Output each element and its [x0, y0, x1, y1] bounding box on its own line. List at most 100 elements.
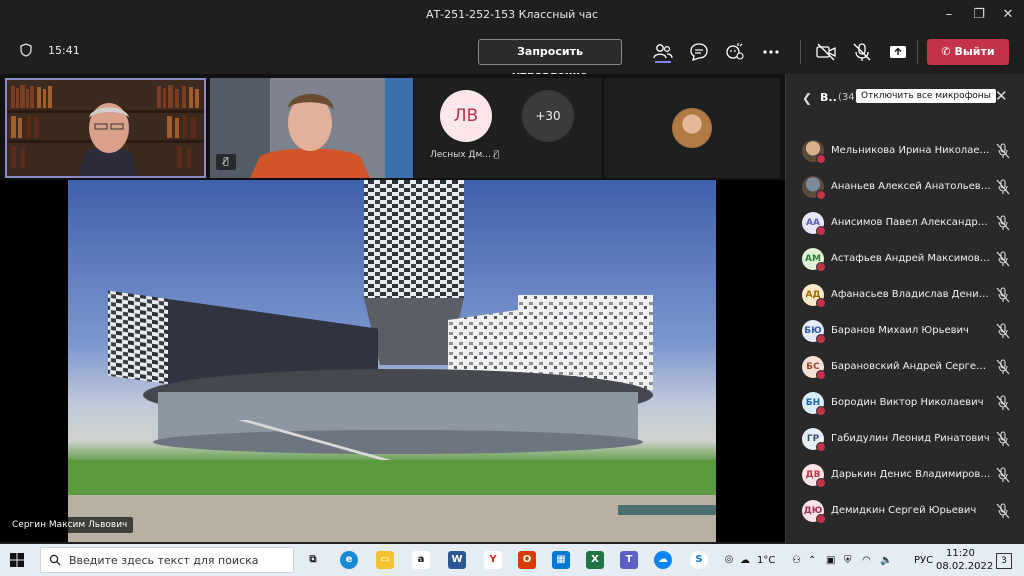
participant-name: Демидкин Сергей Юрьевич [831, 505, 977, 516]
store-icon[interactable]: ▦ [552, 551, 570, 569]
mic-off-icon[interactable] [851, 41, 873, 63]
participant-name: Астафьев Андрей Максимович [831, 253, 991, 264]
participant-row[interactable]: АМ Астафьев Андрей Максимович [786, 242, 1024, 278]
participant-row[interactable]: Ананьев Алексей Анатольевич [786, 170, 1024, 206]
meeting-toolbar: 15:41 Запросить управление ✆ Выйти [0, 30, 1024, 82]
taskbar-date[interactable]: 08.02.2022 [936, 561, 993, 572]
maximize-button[interactable]: ❐ [970, 6, 988, 24]
participant-name: Мельникова Ирина Николаевна [831, 145, 991, 156]
participant-row[interactable]: ДВ Дарькин Денис Владимирович [786, 458, 1024, 494]
presence-status-icon [816, 478, 826, 488]
share-screen-icon[interactable] [887, 41, 909, 63]
participant-tile-name: Лесных Дм... 🎙̸ [430, 150, 499, 160]
participant-avatar [802, 176, 826, 200]
student-video [210, 78, 413, 178]
language-indicator[interactable]: РУС [914, 555, 933, 566]
shield-icon [20, 43, 32, 57]
presenter-name-tag: Сергин Максим Львович [6, 517, 134, 533]
back-chevron-icon[interactable]: ❮ [802, 91, 812, 105]
teams-icon[interactable]: T [620, 551, 638, 569]
muted-mic-icon[interactable] [996, 287, 1010, 303]
word-icon[interactable]: W [448, 551, 466, 569]
cloud-app-icon[interactable]: ☁ [654, 551, 672, 569]
security-icon[interactable]: ⛨ [844, 555, 852, 566]
volume-icon[interactable]: 🔈 [880, 555, 892, 566]
request-control-button[interactable]: Запросить управление [478, 39, 622, 82]
presence-status-icon [816, 154, 826, 164]
people-icon[interactable]: ⚇ [792, 555, 801, 566]
tray-app-icon[interactable]: ▣ [826, 555, 835, 566]
notifications-badge[interactable]: 3 [996, 553, 1012, 569]
title-bar: АТ-251-252-153 Классный час – ❐ ✕ [0, 0, 1024, 30]
building-illustration [68, 180, 716, 542]
yandex-browser-icon[interactable]: Y [484, 551, 502, 569]
toolbar-divider [917, 40, 918, 64]
participant-avatar: ГР [802, 428, 826, 452]
muted-mic-icon: 🎙̸ [493, 150, 500, 160]
taskbar-search-box[interactable]: Введите здесь текст для поиска [40, 547, 294, 573]
presence-status-icon [816, 514, 826, 524]
chat-icon[interactable] [688, 41, 710, 63]
participant-row[interactable]: БН Бородин Виктор Николаевич [786, 386, 1024, 422]
weather-temp: 1°C [757, 555, 776, 566]
muted-mic-icon[interactable] [996, 503, 1010, 519]
participant-row[interactable]: БЮ Баранов Михаил Юрьевич [786, 314, 1024, 350]
participant-name: Барановский Андрей Сергеевич [831, 361, 991, 372]
participant-name: Баранов Михаил Юрьевич [831, 325, 969, 336]
participant-avatar: ДВ [802, 464, 826, 488]
minimize-button[interactable]: – [940, 6, 958, 24]
participant-name: Ананьев Алексей Анатольевич [831, 181, 991, 192]
office-icon[interactable]: O [518, 551, 536, 569]
muted-mic-icon[interactable] [996, 431, 1010, 447]
wifi-icon[interactable]: ◠ [862, 555, 871, 566]
video-tile-teacher[interactable] [5, 78, 206, 178]
muted-mic-icon[interactable] [996, 143, 1010, 159]
task-view-icon[interactable]: ⧉ [304, 551, 322, 569]
video-tile-student[interactable]: 🎙̸ [210, 78, 413, 178]
windows-start-icon[interactable] [10, 553, 24, 567]
muted-mic-icon[interactable] [996, 215, 1010, 231]
ai-app-icon[interactable]: ◎ [720, 551, 738, 569]
chevron-up-icon[interactable]: ⌃ [808, 555, 816, 566]
excel-icon[interactable]: X [586, 551, 604, 569]
reactions-icon[interactable] [724, 41, 746, 63]
leave-button[interactable]: ✆ Выйти [927, 39, 1009, 65]
participant-row[interactable]: Мельникова Ирина Николаевна [786, 134, 1024, 170]
muted-mic-icon[interactable] [996, 323, 1010, 339]
presence-status-icon [816, 442, 826, 452]
more-options-icon[interactable] [760, 41, 782, 63]
windows-taskbar: Введите здесь текст для поиска ⧉ e ▭ a W… [0, 544, 1024, 576]
close-panel-icon[interactable]: ✕ [995, 87, 1008, 105]
amazon-icon[interactable]: a [412, 551, 430, 569]
participant-avatar: БН [802, 392, 826, 416]
participant-row[interactable]: ГР Габидулин Леонид Ринатович [786, 422, 1024, 458]
edge-icon[interactable]: e [340, 551, 358, 569]
participant-avatar: АМ [802, 248, 826, 272]
participant-row[interactable]: ДЮ Демидкин Сергей Юрьевич [786, 494, 1024, 530]
presence-status-icon [816, 262, 826, 272]
muted-mic-icon[interactable] [996, 467, 1010, 483]
camera-off-icon[interactable] [815, 41, 837, 63]
leave-label: Выйти [954, 45, 995, 58]
close-button[interactable]: ✕ [999, 6, 1017, 24]
participant-row[interactable]: АА Анисимов Павел Александров... [786, 206, 1024, 242]
participant-name: Анисимов Павел Александров... [831, 217, 991, 228]
skype-icon[interactable]: S [690, 551, 708, 569]
taskbar-clock[interactable]: 11:20 [946, 548, 975, 559]
muted-mic-icon[interactable] [996, 179, 1010, 195]
presence-status-icon [816, 370, 826, 380]
participant-row[interactable]: АД Афанасьев Владислав Денисов... [786, 278, 1024, 314]
tile-name-text: Лесных Дм... [430, 150, 491, 160]
muted-mic-icon[interactable] [996, 395, 1010, 411]
presence-status-icon [816, 190, 826, 200]
more-participants-button[interactable]: +30 [522, 90, 574, 142]
shared-slide-image [68, 180, 716, 542]
mute-all-button[interactable]: Отключить все микрофоны [856, 89, 996, 103]
participants-icon[interactable] [652, 41, 674, 63]
participant-avatar: БЮ [802, 320, 826, 344]
muted-mic-icon[interactable] [996, 251, 1010, 267]
participant-row[interactable]: БС Барановский Андрей Сергеевич [786, 350, 1024, 386]
muted-mic-icon[interactable] [996, 359, 1010, 375]
participant-name: Габидулин Леонид Ринатович [831, 433, 990, 444]
file-explorer-icon[interactable]: ▭ [376, 551, 394, 569]
